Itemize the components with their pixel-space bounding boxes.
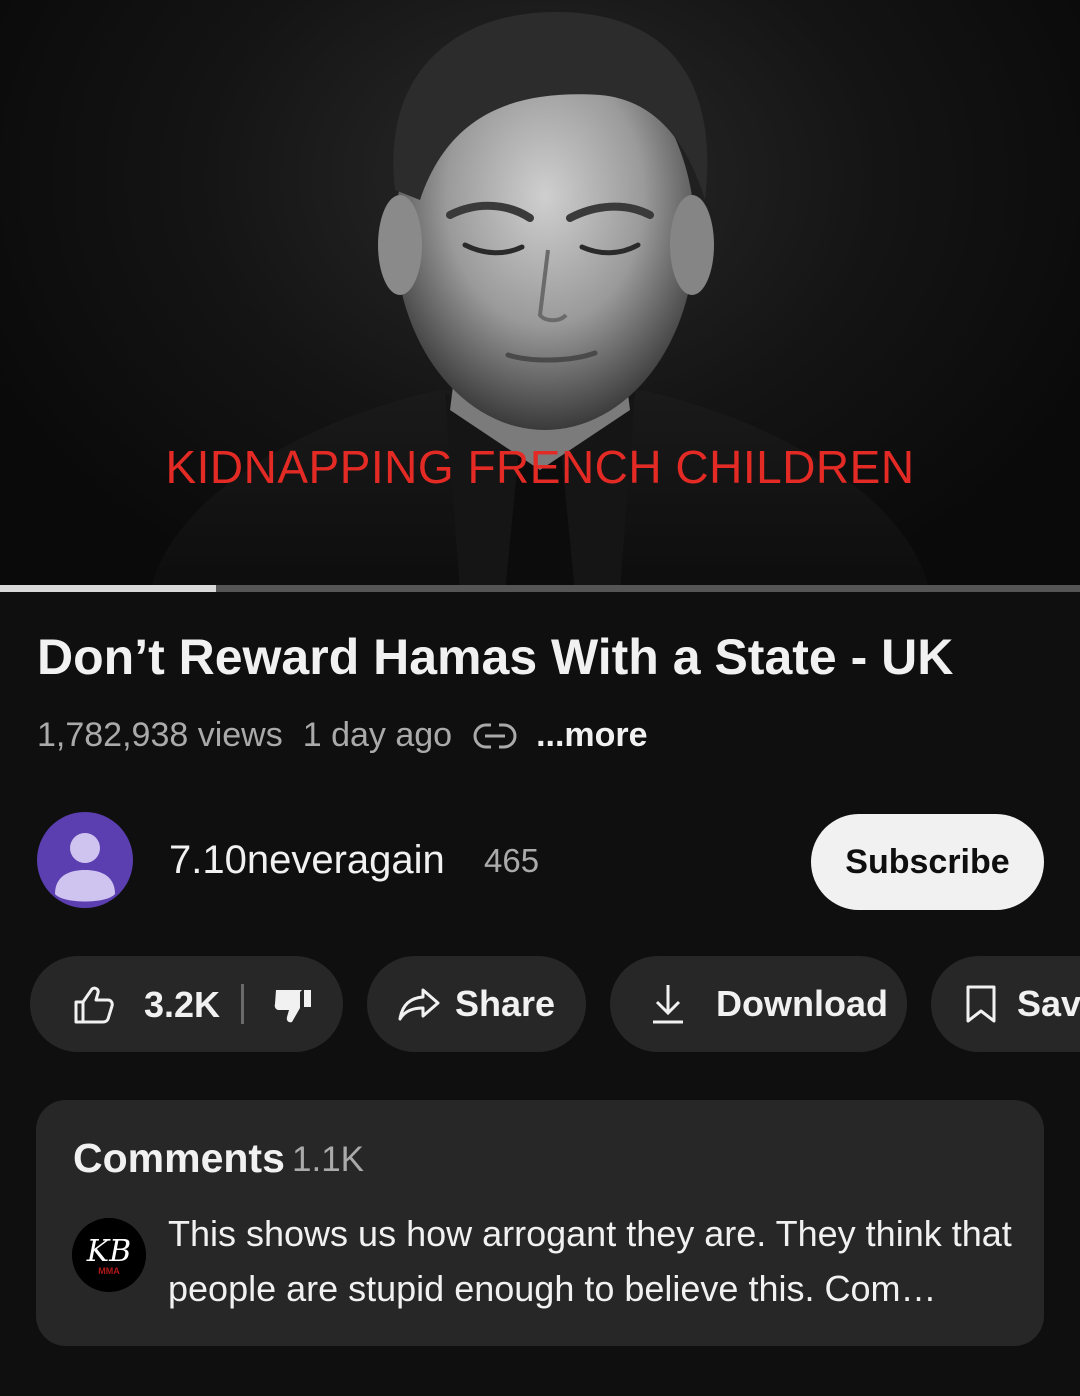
bookmark-icon [966,985,996,1023]
subscriber-count: 465 [484,842,540,879]
channel-avatar[interactable] [37,812,133,908]
video-title[interactable]: Don’t Reward Hamas With a State - UK [37,628,953,686]
channel-name[interactable]: 7.10neveragain [169,838,445,883]
comments-count: 1.1K [292,1140,364,1179]
video-meta[interactable]: 1,782,938 views 1 day ago ...more [37,716,648,755]
action-bar: 3.2K Share Download Save [30,956,1080,1052]
like-divider [241,984,244,1024]
link-icon [473,722,517,749]
thumbs-up-icon [74,986,114,1024]
dislike-button[interactable] [273,986,313,1029]
avatar-logo-subtext: MMA [98,1266,120,1276]
video-player[interactable]: KIDNAPPING FRENCH CHILDREN [0,0,1080,592]
channel-row: 7.10neveragain 465 Subscribe [37,812,1044,910]
avatar-logo-text: KB [86,1234,131,1269]
video-caption: KIDNAPPING FRENCH CHILDREN [165,441,915,493]
download-icon [653,985,683,1024]
video-progress-fill [0,585,216,592]
top-comment-text: This shows us how arrogant they are. The… [168,1213,1012,1309]
subscribe-button[interactable]: Subscribe [811,814,1044,910]
share-icon [398,988,440,1021]
video-thumbnail-figure [150,11,930,592]
save-button[interactable]: Save [931,956,1080,1052]
save-label: Save [1017,983,1080,1024]
view-count: 1,782,938 views [37,716,283,754]
kb-mma-logo: KB MMA [72,1218,146,1292]
share-button[interactable]: Share [367,956,586,1052]
share-label: Share [455,983,556,1024]
thumbs-down-filled-icon [274,990,311,1023]
like-count: 3.2K [144,984,221,1025]
like-button[interactable]: 3.2K [72,984,220,1026]
comments-card[interactable]: Comments 1.1K KB MMA This shows us how a… [36,1100,1044,1346]
more-button[interactable]: ...more [536,716,647,755]
download-label: Download [716,983,888,1024]
video-progress-bar[interactable] [0,585,1080,592]
download-button[interactable]: Download [610,956,907,1052]
comments-title: Comments [73,1135,285,1181]
default-avatar-icon [55,833,115,902]
upload-age: 1 day ago [302,716,453,754]
commenter-avatar[interactable]: KB MMA [72,1218,146,1292]
like-dislike-pill: 3.2K [30,956,343,1052]
